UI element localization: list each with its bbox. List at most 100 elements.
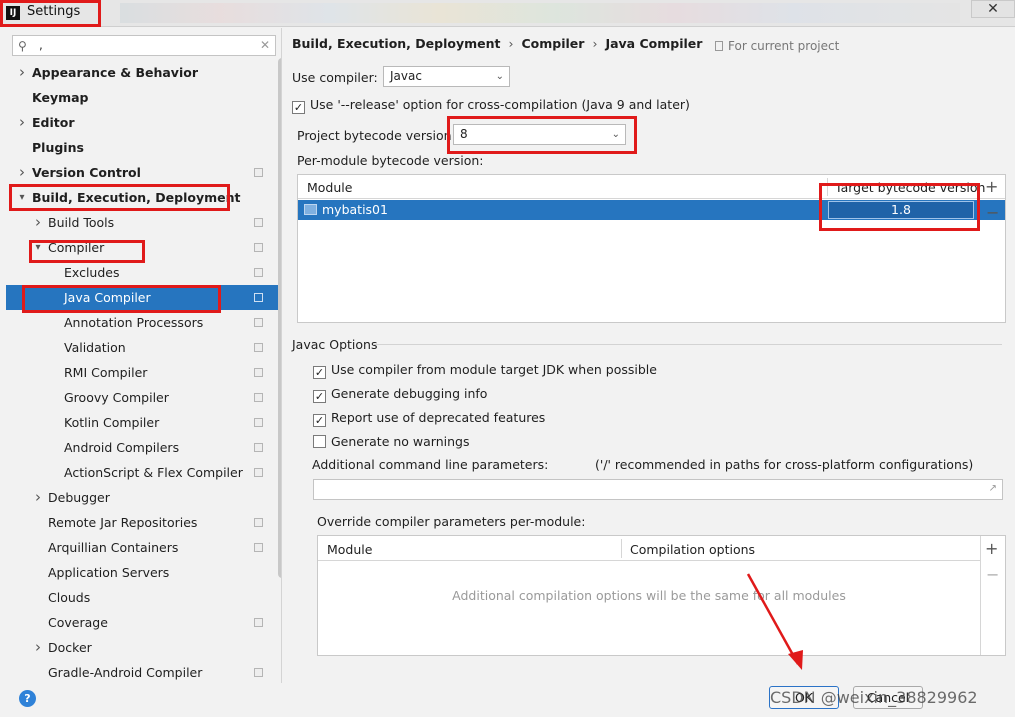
background-blur	[120, 3, 960, 23]
highlight-box	[819, 183, 980, 231]
sidebar-scrollbar[interactable]	[278, 58, 281, 578]
sidebar-item-label: Editor	[32, 115, 75, 130]
close-icon: ✕	[987, 1, 999, 17]
checkbox-checked-icon: ✓	[313, 390, 326, 403]
additional-params-label: Additional command line parameters:	[312, 457, 549, 472]
use-compiler-value: Javac	[390, 69, 422, 83]
add-override-button[interactable]: +	[985, 539, 998, 558]
chevron-right-icon[interactable]: ›	[16, 60, 28, 85]
project-level-icon	[254, 443, 263, 452]
sidebar-item-label: Plugins	[32, 140, 84, 155]
sidebar-item-label: Appearance & Behavior	[32, 65, 198, 80]
deprecated-features-checkbox[interactable]: ✓ Report use of deprecated features	[313, 410, 545, 427]
chevron-right-icon[interactable]: ›	[32, 210, 44, 235]
sidebar-item-actionscript-flex-compiler[interactable]: ActionScript & Flex Compiler	[6, 460, 281, 485]
highlight-box	[29, 240, 145, 263]
additional-params-input[interactable]: ↗	[313, 479, 1003, 500]
project-level-icon	[254, 468, 263, 477]
breadcrumb-separator: ›	[592, 36, 598, 51]
project-level-icon	[254, 393, 263, 402]
sidebar-item-version-control[interactable]: › Version Control	[6, 160, 281, 185]
sidebar-item-excludes[interactable]: Excludes	[6, 260, 281, 285]
sidebar-item-remote-jar-repositories[interactable]: Remote Jar Repositories	[6, 510, 281, 535]
no-warnings-checkbox[interactable]: Generate no warnings	[313, 434, 469, 449]
sidebar-item-label: Clouds	[48, 590, 91, 605]
sidebar-item-android-compilers[interactable]: Android Compilers	[6, 435, 281, 460]
use-target-jdk-checkbox[interactable]: ✓ Use compiler from module target JDK whe…	[313, 362, 657, 379]
search-value: ,	[39, 38, 43, 52]
breadcrumb-item: Compiler	[521, 36, 585, 51]
use-compiler-select[interactable]: Javac ⌄	[383, 66, 510, 87]
debug-info-checkbox[interactable]: ✓ Generate debugging info	[313, 386, 487, 403]
project-level-icon	[254, 343, 263, 352]
sidebar-item-annotation-processors[interactable]: Annotation Processors	[6, 310, 281, 335]
sidebar-item-editor[interactable]: › Editor	[6, 110, 281, 135]
close-window-button[interactable]: ✕	[971, 0, 1015, 18]
project-level-icon	[254, 368, 263, 377]
sidebar-item-label: Remote Jar Repositories	[48, 515, 198, 530]
sidebar-item-validation[interactable]: Validation	[6, 335, 281, 360]
chevron-right-icon[interactable]: ›	[32, 485, 44, 510]
project-level-icon	[254, 293, 263, 302]
sidebar-item-label: Excludes	[64, 265, 120, 280]
checkbox-checked-icon: ✓	[292, 101, 305, 114]
sidebar-item-keymap[interactable]: Keymap	[6, 85, 281, 110]
no-warnings-label: Generate no warnings	[331, 434, 470, 449]
remove-module-button[interactable]: −	[986, 203, 999, 222]
sidebar-item-rmi-compiler[interactable]: RMI Compiler	[6, 360, 281, 385]
expand-icon[interactable]: ↗	[989, 483, 997, 494]
toolbar-divider	[980, 536, 981, 655]
sidebar-item-application-servers[interactable]: Application Servers	[6, 560, 281, 585]
sidebar-item-kotlin-compiler[interactable]: Kotlin Compiler	[6, 410, 281, 435]
column-header-module[interactable]: Module	[327, 542, 372, 557]
column-header-compilation-options[interactable]: Compilation options	[630, 542, 755, 557]
project-level-icon	[254, 668, 263, 677]
release-option-label: Use '--release' option for cross-compila…	[310, 97, 690, 112]
sidebar-item-label: Validation	[64, 340, 126, 355]
sidebar-item-build-tools[interactable]: › Build Tools	[6, 210, 281, 235]
settings-search-input[interactable]: ⚲ , ✕	[12, 35, 276, 56]
deprecated-features-label: Report use of deprecated features	[331, 410, 546, 425]
sidebar-item-appearance-behavior[interactable]: › Appearance & Behavior	[6, 60, 281, 85]
clear-search-icon[interactable]: ✕	[260, 38, 270, 52]
sidebar-item-groovy-compiler[interactable]: Groovy Compiler	[6, 385, 281, 410]
for-current-project-note: For current project	[715, 39, 839, 53]
chevron-right-icon[interactable]: ›	[16, 160, 28, 185]
sidebar-item-label: Annotation Processors	[64, 315, 204, 330]
project-level-icon	[254, 418, 263, 427]
sidebar-item-debugger[interactable]: › Debugger	[6, 485, 281, 510]
sidebar-item-gradle-android-compiler[interactable]: Gradle-Android Compiler	[6, 660, 281, 683]
checkbox-checked-icon: ✓	[313, 414, 326, 427]
title-bar: IJ Settings ✕	[0, 0, 1015, 27]
chevron-right-icon[interactable]: ›	[32, 635, 44, 660]
release-option-checkbox[interactable]: ✓ Use '--release' option for cross-compil…	[292, 97, 690, 114]
sidebar-item-plugins[interactable]: Plugins	[6, 135, 281, 160]
breadcrumb: Build, Execution, Deployment › Compiler › Ja…	[292, 36, 702, 51]
project-level-icon	[254, 618, 263, 627]
sidebar-item-clouds[interactable]: Clouds	[6, 585, 281, 610]
sidebar-item-docker[interactable]: › Docker	[6, 635, 281, 660]
per-module-bytecode-label: Per-module bytecode version:	[297, 153, 484, 168]
chevron-right-icon[interactable]: ›	[16, 110, 28, 135]
group-divider	[373, 344, 1002, 345]
search-icon: ⚲	[18, 39, 27, 53]
project-level-icon	[254, 543, 263, 552]
sidebar-item-label: ActionScript & Flex Compiler	[64, 465, 243, 480]
project-level-icon	[254, 243, 263, 252]
project-level-icon	[254, 168, 263, 177]
sidebar-item-arquillian-containers[interactable]: Arquillian Containers	[6, 535, 281, 560]
override-params-table: Module Compilation options Additional co…	[317, 535, 1006, 656]
sidebar-item-label: Coverage	[48, 615, 108, 630]
help-icon[interactable]: ?	[19, 690, 36, 707]
params-hint: ('/' recommended in paths for cross-plat…	[595, 457, 974, 472]
sidebar-item-label: Application Servers	[48, 565, 170, 580]
sidebar-item-label: Arquillian Containers	[48, 540, 179, 555]
javac-options-title: Javac Options	[292, 337, 378, 352]
remove-override-button[interactable]: −	[986, 565, 999, 584]
project-level-icon	[254, 268, 263, 277]
module-name: mybatis01	[322, 202, 388, 217]
add-module-button[interactable]: +	[985, 177, 998, 196]
sidebar-item-coverage[interactable]: Coverage	[6, 610, 281, 635]
column-header-module[interactable]: Module	[307, 180, 352, 195]
sidebar-item-label: Version Control	[32, 165, 141, 180]
